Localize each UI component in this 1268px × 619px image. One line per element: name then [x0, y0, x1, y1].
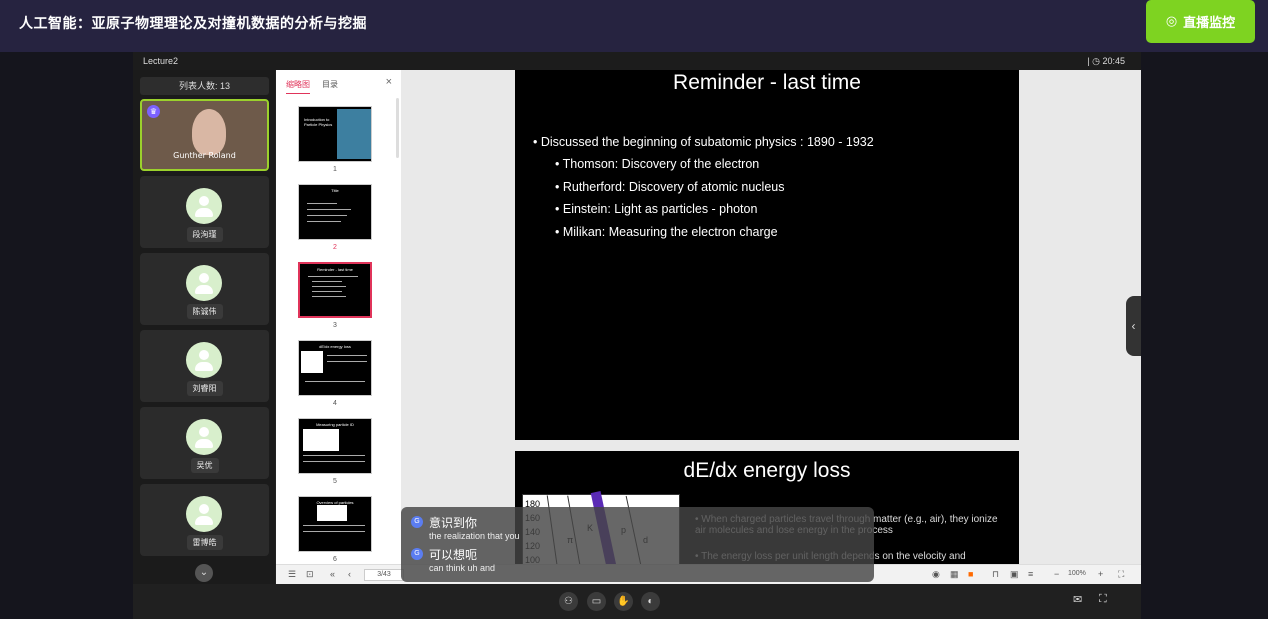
session-clock: | ◷ 20:45	[1087, 56, 1125, 66]
stage-header: Lecture2 | ◷ 20:45	[133, 52, 1141, 70]
slide-sub-bullet: • Rutherford: Discovery of atomic nucleu…	[555, 180, 785, 194]
avatar-icon	[186, 188, 222, 224]
collapse-panel-chevron-left-icon[interactable]: ‹	[1126, 296, 1141, 356]
slide-thumbnail[interactable]: Overview of particles	[298, 496, 372, 552]
page-number-input[interactable]: 3/43	[364, 569, 404, 581]
thumbnail-image	[317, 505, 347, 521]
avatar-icon	[186, 419, 222, 455]
avatar-icon	[186, 342, 222, 378]
fullscreen-icon[interactable]: ⛶	[1099, 593, 1107, 606]
chat-icon[interactable]: ✉	[1073, 593, 1082, 606]
slide-title: dE/dx energy loss	[683, 459, 851, 482]
chevron-down-icon[interactable]: ⌄	[195, 564, 213, 582]
thumbnail-number: 3	[333, 322, 337, 329]
host-badge-icon: ♛	[147, 105, 160, 118]
classroom-stage: Lecture2 | ◷ 20:45 列表人数: 13 ♛ Gunther Ro…	[133, 52, 1141, 584]
slide-thumbnail[interactable]: Title	[298, 184, 372, 240]
interaction-icon[interactable]: ◐	[641, 592, 660, 611]
members-icon[interactable]: ⚇	[559, 592, 578, 611]
participant-name: 陈诚伟	[186, 304, 223, 319]
thumbnail-image	[303, 429, 339, 451]
record-icon[interactable]: ■	[968, 569, 973, 579]
slide-bullet: • Discussed the beginning of subatomic p…	[533, 135, 874, 149]
participant-tile[interactable]: 段洵瑾	[140, 176, 269, 248]
prev-page-icon[interactable]: ‹	[348, 569, 351, 579]
course-title: 人工智能：亚原子物理理论及对撞机数据的分析与挖掘	[19, 16, 367, 32]
fit-width-icon[interactable]: ≡	[1028, 569, 1033, 579]
slide-viewer: Reminder - last time • Discussed the beg…	[401, 70, 1141, 564]
thumbnail-title: dE/dx energy loss	[319, 344, 351, 349]
grid-icon[interactable]: ▦	[950, 569, 959, 580]
participant-name: 吴优	[190, 458, 219, 473]
slide-title: Reminder - last time	[673, 71, 861, 94]
thumbnail-scrollbar[interactable]	[396, 98, 399, 158]
participant-tile[interactable]: 吴优	[140, 407, 269, 479]
slide-thumbnail[interactable]: Introduction to Particle Physics	[298, 106, 372, 162]
caption-chinese: 可以想呃	[429, 548, 478, 562]
thumbnail-title: Introduction to Particle Physics	[304, 117, 333, 127]
participant-tile[interactable]: 刘睿阳	[140, 330, 269, 402]
participant-name: Gunther Roland	[173, 151, 236, 160]
slide-thumbnail[interactable]: Measuring particle ID	[298, 418, 372, 474]
live-caption-overlay: G 意识到你 the realization that you G 可以想呃 c…	[401, 507, 874, 582]
slide-sub-bullet: • Einstein: Light as particles - photon	[555, 202, 758, 216]
live-monitor-label: 直播监控	[1183, 16, 1236, 31]
participant-tile-teacher[interactable]: ♛ Gunther Roland	[140, 99, 269, 171]
participant-name: 雷博皓	[186, 535, 223, 550]
participant-name: 刘睿阳	[186, 381, 223, 396]
slide-thumbnail-selected[interactable]: Reminder - last time	[298, 262, 372, 318]
thumbnail-title: Reminder - last time	[317, 267, 353, 272]
avatar-icon	[186, 496, 222, 532]
raise-hand-icon[interactable]: ✋	[614, 592, 633, 611]
thumbnail-panel: 缩略图 目录 × Introduction to Particle Physic…	[276, 70, 401, 584]
list-icon[interactable]: ☰	[288, 569, 296, 580]
laser-pointer-icon[interactable]: ⊓	[992, 569, 999, 580]
thumbnail-number: 6	[333, 556, 337, 563]
thumbnail-image	[337, 109, 371, 159]
translate-icon: G	[411, 516, 423, 528]
slide-sub-bullet: • Milikan: Measuring the electron charge	[555, 225, 778, 239]
monitor-icon: ◎	[1165, 14, 1178, 29]
fit-page-icon[interactable]: ▣	[1010, 569, 1019, 580]
lecture-name: Lecture2	[143, 56, 179, 66]
participant-tile[interactable]: 陈诚伟	[140, 253, 269, 325]
thumbnail-title: Title	[331, 188, 339, 193]
zoom-level: 100%	[1068, 570, 1086, 577]
tab-thumbnails[interactable]: 缩略图	[286, 79, 310, 94]
thumbnail-title: Measuring particle ID	[316, 422, 354, 427]
caption-english: can think uh and	[429, 563, 496, 573]
participant-name: 段洵瑾	[186, 227, 223, 242]
top-bar: 人工智能：亚原子物理理论及对撞机数据的分析与挖掘 ◎ 直播监控	[0, 0, 1268, 52]
live-monitor-button[interactable]: ◎ 直播监控	[1146, 0, 1255, 43]
eye-icon[interactable]: ◉	[932, 569, 940, 580]
participant-tile[interactable]: 雷博皓	[140, 484, 269, 556]
thumbnail-number: 2	[333, 244, 337, 251]
thumbnail-number: 5	[333, 478, 337, 485]
subtitle-icon[interactable]: ▭	[587, 592, 606, 611]
bottom-control-bar: ⚇ ▭ ✋ ◐ ✉ ⛶	[133, 584, 1141, 619]
thumbnail-number: 1	[333, 166, 337, 173]
close-icon[interactable]: ×	[386, 76, 392, 88]
slide-current: Reminder - last time • Discussed the beg…	[515, 70, 1019, 440]
slide-thumbnail[interactable]: dE/dx energy loss	[298, 340, 372, 396]
zoom-out-icon[interactable]: −	[1054, 569, 1059, 579]
caption-chinese: 意识到你	[429, 516, 478, 530]
thumbnail-number: 4	[333, 400, 337, 407]
caption-english: the realization that you	[429, 531, 520, 541]
translate-icon: G	[411, 548, 423, 560]
slide-sub-bullet: • Thomson: Discovery of the electron	[555, 157, 760, 171]
participant-count: 列表人数: 13	[140, 77, 269, 95]
bookmark-icon[interactable]: ⊡	[306, 569, 314, 580]
zoom-in-icon[interactable]: +	[1098, 569, 1103, 579]
fullscreen-icon[interactable]: ⛶	[1118, 569, 1124, 580]
first-page-icon[interactable]: «	[330, 569, 335, 579]
tab-toc[interactable]: 目录	[322, 79, 338, 94]
participant-list: 列表人数: 13 ♛ Gunther Roland 段洵瑾 陈诚伟 刘睿阳 吴优…	[133, 70, 275, 584]
thumbnail-image	[301, 351, 323, 373]
avatar-icon	[186, 265, 222, 301]
